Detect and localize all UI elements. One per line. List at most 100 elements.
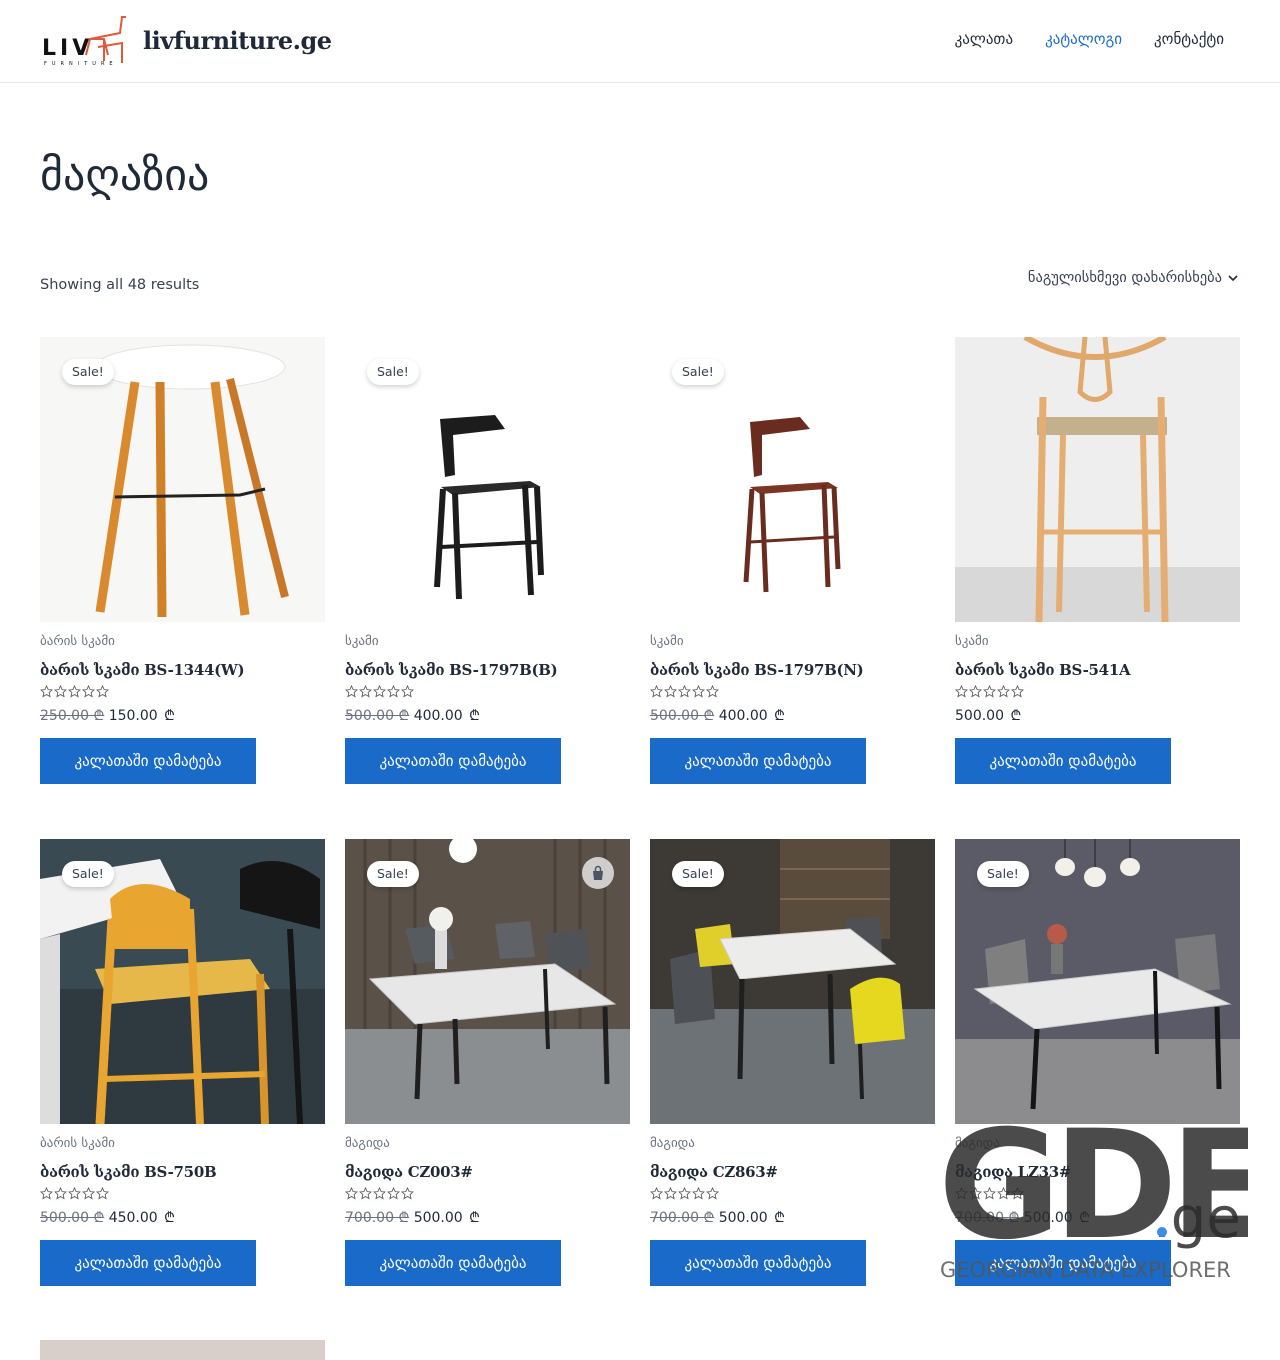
product-title[interactable]: მაგიდა CZ003# bbox=[345, 1163, 630, 1183]
sale-price: 400.00 ₾ bbox=[718, 708, 785, 724]
old-price: 700.00 ₾ bbox=[650, 1210, 715, 1226]
page-title: მაღაზია bbox=[40, 150, 210, 201]
product-title[interactable]: მაგიდა CZ863# bbox=[650, 1163, 935, 1183]
sale-price: 400.00 ₾ bbox=[413, 708, 480, 724]
product-title[interactable]: ბარის სკამი BS-750B bbox=[40, 1163, 325, 1183]
product-image-partial[interactable] bbox=[40, 1340, 325, 1360]
add-to-cart-button[interactable]: კალათაში დამატება bbox=[345, 1240, 561, 1286]
product-image[interactable]: Sale! bbox=[650, 839, 935, 1124]
add-to-cart-button[interactable]: კალათაში დამატება bbox=[650, 738, 866, 784]
star-icon bbox=[650, 1187, 663, 1200]
site-title[interactable]: livfurniture.ge bbox=[143, 26, 332, 55]
star-icon bbox=[54, 685, 67, 698]
nav-item-cart[interactable]: კალათა bbox=[955, 30, 1013, 48]
product-card: Sale! მაგიდა მაგიდა CZ003# 700.00 ₾ 500.… bbox=[345, 839, 630, 1286]
product-image[interactable] bbox=[955, 337, 1240, 622]
star-icon bbox=[997, 1187, 1010, 1200]
star-icon bbox=[678, 1187, 691, 1200]
star-icon bbox=[96, 1187, 109, 1200]
product-category[interactable]: სკამი bbox=[955, 634, 1240, 652]
nav-item-contact[interactable]: კონტაქტი bbox=[1154, 30, 1224, 48]
result-count: Showing all 48 results bbox=[40, 277, 200, 293]
star-rating bbox=[40, 1187, 325, 1205]
star-icon bbox=[969, 1187, 982, 1200]
product-card: Sale! სკამი ბარის სკამი BS-1797B(B) 500.… bbox=[345, 337, 630, 784]
old-price: 500.00 ₾ bbox=[650, 708, 715, 724]
star-icon bbox=[96, 685, 109, 698]
add-to-cart-button[interactable]: კალათაში დამატება bbox=[650, 1240, 866, 1286]
star-icon bbox=[983, 685, 996, 698]
product-card: Sale! სკამი ბარის სკამი BS-1797B(N) 500.… bbox=[650, 337, 935, 784]
quick-view-button[interactable] bbox=[582, 857, 614, 889]
product-price: 500.00 ₾ 400.00 ₾ bbox=[650, 706, 935, 726]
star-icon bbox=[706, 685, 719, 698]
star-rating bbox=[955, 685, 1240, 703]
star-icon bbox=[359, 685, 372, 698]
old-price: 700.00 ₾ bbox=[955, 1210, 1020, 1226]
site-logo[interactable]: LIV FURNITURE bbox=[42, 15, 126, 67]
add-to-cart-button[interactable]: კალათაში დამატება bbox=[955, 1240, 1171, 1286]
product-category[interactable]: სკამი bbox=[345, 634, 630, 652]
product-title[interactable]: ბარის სკამი BS-1344(W) bbox=[40, 661, 325, 681]
product-image[interactable]: Sale! bbox=[40, 839, 325, 1124]
star-icon bbox=[692, 1187, 705, 1200]
product-category[interactable]: მაგიდა bbox=[955, 1136, 1240, 1154]
star-icon bbox=[983, 1187, 996, 1200]
star-icon bbox=[664, 685, 677, 698]
product-card: სკამი ბარის სკამი BS-541A 500.00 ₾ კალათ… bbox=[955, 337, 1240, 784]
sale-badge: Sale! bbox=[672, 359, 724, 385]
star-icon bbox=[40, 1187, 53, 1200]
sale-price: 500.00 ₾ bbox=[718, 1210, 785, 1226]
star-icon bbox=[969, 685, 982, 698]
star-icon bbox=[1011, 685, 1024, 698]
star-icon bbox=[401, 685, 414, 698]
star-icon bbox=[955, 685, 968, 698]
add-to-cart-button[interactable]: კალათაში დამატება bbox=[40, 738, 256, 784]
regular-price: 500.00 ₾ bbox=[955, 708, 1022, 724]
chevron-down-icon bbox=[1228, 275, 1238, 282]
star-icon bbox=[664, 1187, 677, 1200]
add-to-cart-button[interactable]: კალათაში დამატება bbox=[955, 738, 1171, 784]
product-title[interactable]: ბარის სკამი BS-541A bbox=[955, 661, 1240, 681]
star-icon bbox=[68, 1187, 81, 1200]
star-icon bbox=[82, 1187, 95, 1200]
product-image[interactable]: Sale! bbox=[345, 337, 630, 622]
ordering-select[interactable]: ნაგულისხმევი დახარისხება bbox=[1028, 270, 1238, 286]
sale-badge: Sale! bbox=[62, 861, 114, 887]
sale-badge: Sale! bbox=[977, 861, 1029, 887]
star-rating bbox=[955, 1187, 1240, 1205]
star-icon bbox=[82, 685, 95, 698]
sale-price: 500.00 ₾ bbox=[1023, 1210, 1090, 1226]
product-category[interactable]: სკამი bbox=[650, 634, 935, 652]
product-image[interactable]: Sale! bbox=[345, 839, 630, 1124]
star-rating bbox=[40, 685, 325, 703]
product-price: 250.00 ₾ 150.00 ₾ bbox=[40, 706, 325, 726]
star-rating bbox=[650, 685, 935, 703]
product-price: 700.00 ₾ 500.00 ₾ bbox=[650, 1208, 935, 1228]
star-icon bbox=[692, 685, 705, 698]
nav-item-catalog[interactable]: კატალოგი bbox=[1045, 30, 1122, 48]
main-nav: კალათა კატალოგი კონტაქტი bbox=[955, 30, 1224, 48]
product-image[interactable]: Sale! bbox=[650, 337, 935, 622]
product-title[interactable]: ბარის სკამი BS-1797B(B) bbox=[345, 661, 630, 681]
product-image[interactable]: Sale! bbox=[955, 839, 1240, 1124]
product-price: 700.00 ₾ 500.00 ₾ bbox=[955, 1208, 1240, 1228]
star-icon bbox=[68, 685, 81, 698]
product-title[interactable]: ბარის სკამი BS-1797B(N) bbox=[650, 661, 935, 681]
logo-subtext: FURNITURE bbox=[44, 61, 118, 67]
product-card: Sale! ბარის სკამი ბარის სკამი BS-1344(W)… bbox=[40, 337, 325, 784]
product-category[interactable]: ბარის სკამი bbox=[40, 634, 325, 652]
add-to-cart-button[interactable]: კალათაში დამატება bbox=[345, 738, 561, 784]
product-category[interactable]: მაგიდა bbox=[650, 1136, 935, 1154]
product-category[interactable]: ბარის სკამი bbox=[40, 1136, 325, 1154]
product-card: Sale! მაგიდა მაგიდა LZ33# 700.00 ₾ 500.0… bbox=[955, 839, 1240, 1286]
star-rating bbox=[650, 1187, 935, 1205]
star-icon bbox=[706, 1187, 719, 1200]
product-category[interactable]: მაგიდა bbox=[345, 1136, 630, 1154]
star-icon bbox=[345, 1187, 358, 1200]
star-icon bbox=[387, 685, 400, 698]
star-rating bbox=[345, 685, 630, 703]
product-image[interactable]: Sale! bbox=[40, 337, 325, 622]
product-title[interactable]: მაგიდა LZ33# bbox=[955, 1163, 1240, 1183]
add-to-cart-button[interactable]: კალათაში დამატება bbox=[40, 1240, 256, 1286]
